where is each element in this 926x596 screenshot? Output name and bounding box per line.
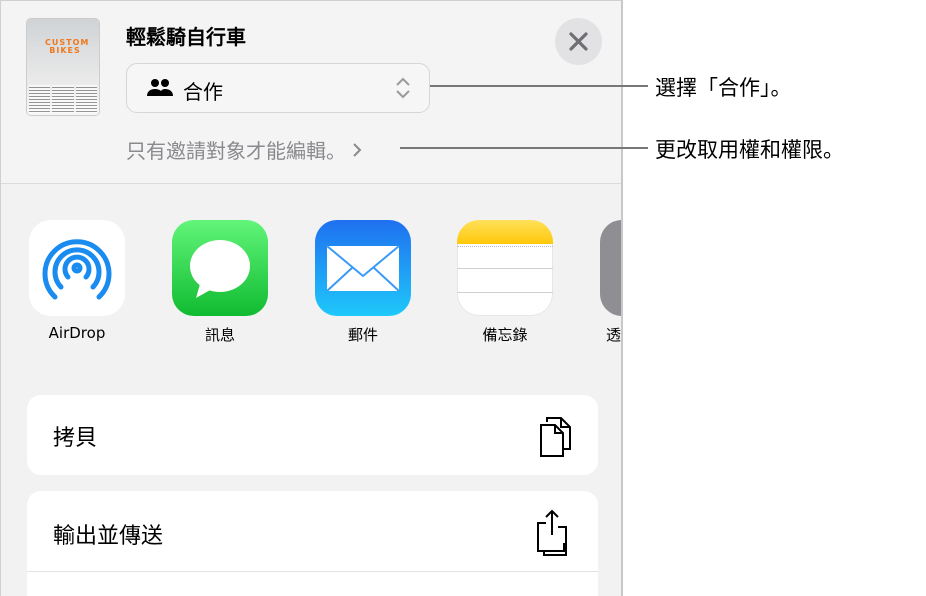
callout-line: [430, 85, 648, 87]
document-title: 輕鬆騎自行車: [126, 25, 246, 49]
app-label: AirDrop: [48, 324, 106, 342]
airdrop-icon: [29, 220, 125, 316]
chevron-up-down-icon: [396, 77, 410, 99]
app-label: 透: [606, 326, 622, 344]
app-more[interactable]: 透: [600, 220, 622, 345]
thumbnail-text: CUSTOM BIKES: [45, 38, 90, 55]
notes-icon: [457, 220, 553, 316]
collaboration-value: 合作: [183, 80, 223, 104]
divider: [27, 571, 598, 572]
copy-action[interactable]: 拷貝: [27, 395, 598, 475]
app-label: 郵件: [347, 326, 378, 344]
app-mail[interactable]: 郵件: [315, 220, 411, 345]
copy-icon: [540, 417, 571, 457]
action-label: 輸出並傳送: [53, 524, 164, 549]
access-permissions-link[interactable]: 只有邀請對象才能編輯。: [126, 135, 362, 164]
action-label: 拷貝: [53, 426, 98, 451]
app-label: 備忘錄: [482, 326, 528, 344]
access-text: 只有邀請對象才能編輯。: [126, 139, 346, 163]
share-sheet: CUSTOM BIKES 輕鬆騎自行車 合作 只有邀請對象才能編輯。 AirDr…: [0, 0, 623, 596]
app-notes[interactable]: 備忘錄: [457, 220, 553, 345]
messages-icon: [172, 220, 268, 316]
chevron-right-icon: [353, 143, 362, 157]
more-app-icon: [600, 220, 621, 316]
collaboration-select[interactable]: 合作: [126, 63, 430, 113]
callout-line: [400, 147, 648, 149]
people-icon: [147, 79, 173, 96]
app-label: 訊息: [204, 326, 235, 344]
share-header: CUSTOM BIKES 輕鬆騎自行車 合作 只有邀請對象才能編輯。: [1, 1, 621, 184]
document-thumbnail: CUSTOM BIKES: [27, 19, 99, 115]
export-action[interactable]: 輸出並傳送: [27, 491, 598, 596]
share-icon: [537, 509, 567, 556]
app-messages[interactable]: 訊息: [172, 220, 268, 345]
app-airdrop[interactable]: AirDrop: [29, 220, 125, 342]
callout-permissions: 更改取用權和權限。: [655, 138, 844, 162]
close-button[interactable]: [555, 18, 602, 65]
close-icon: [569, 32, 588, 51]
callout-collaborate: 選擇「合作」。: [655, 76, 792, 100]
mail-icon: [315, 220, 411, 316]
